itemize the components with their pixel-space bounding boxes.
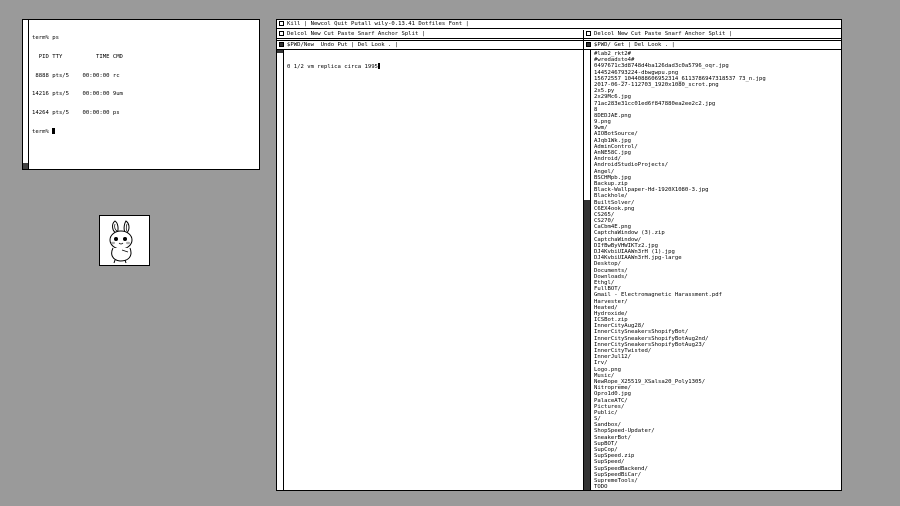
column-tag-box[interactable] — [586, 31, 591, 36]
left-text-line[interactable]: 0 1/2 vm replica circa 1995 — [287, 63, 581, 71]
main-tag-text[interactable]: Kill | Newcol Quit Putall wily-0.13.41 D… — [287, 21, 469, 27]
right-scrollbar[interactable] — [584, 50, 591, 490]
window-dirty-box[interactable] — [586, 42, 591, 47]
right-window-tag[interactable]: $PWD/ Get | Del Look . | — [584, 40, 841, 50]
left-window-body[interactable]: 0 1/2 vm replica circa 1995 — [277, 50, 583, 490]
left-column-tag[interactable]: Delcol New Cut Paste Snarf Anchor Split … — [277, 30, 583, 39]
terminal-output[interactable]: term% ps PID TTY TIME CMD 8888 pts/5 00:… — [32, 23, 123, 148]
left-column-tag-text[interactable]: Delcol New Cut Paste Snarf Anchor Split … — [287, 31, 425, 37]
right-column-tag[interactable]: Delcol New Cut Paste Snarf Anchor Split … — [584, 30, 841, 39]
main-tag[interactable]: Kill | Newcol Quit Putall wily-0.13.41 D… — [277, 20, 841, 29]
main-tag-box[interactable] — [279, 21, 284, 26]
text-cursor — [377, 63, 380, 70]
left-text-area[interactable]: 0 1/2 vm replica circa 1995 — [287, 51, 581, 490]
acme-window[interactable]: Kill | Newcol Quit Putall wily-0.13.41 D… — [276, 19, 842, 491]
bunny-mascot-icon — [109, 220, 133, 264]
right-scroll-thumb[interactable] — [584, 200, 590, 490]
right-column-tag-text[interactable]: Delcol New Cut Paste Snarf Anchor Split … — [594, 31, 732, 37]
terminal-line: 14264 pts/5 00:00:00 ps — [32, 109, 120, 116]
right-window-tag-text[interactable]: $PWD/ Get | Del Look . | — [594, 42, 675, 48]
terminal-line: 8888 pts/5 00:00:00 rc — [32, 72, 120, 79]
left-text: 0 1/2 vm replica circa 1995 — [287, 64, 378, 71]
text-cursor — [52, 128, 56, 135]
left-window-tag-text[interactable]: $PWD/New Undo Put | Del Look . | — [287, 42, 398, 48]
terminal-window[interactable]: term% ps PID TTY TIME CMD 8888 pts/5 00:… — [22, 19, 260, 170]
right-window-body[interactable]: #lab2_rkt2# #wredadsto4# 0497671c3d8748d4b… — [584, 50, 841, 490]
face-window[interactable] — [99, 215, 150, 266]
terminal-line: 14216 pts/5 00:00:00 9um — [32, 91, 123, 98]
terminal-prompt-line: term% — [32, 128, 123, 135]
right-column[interactable]: Delcol New Cut Paste Snarf Anchor Split … — [584, 30, 841, 490]
window-dirty-box[interactable] — [279, 42, 284, 47]
directory-listing[interactable]: #lab2_rkt2# #wredadsto4# 0497671c3d8748d4b… — [594, 51, 839, 490]
left-column[interactable]: Delcol New Cut Paste Snarf Anchor Split … — [277, 30, 584, 490]
column-tag-box[interactable] — [279, 31, 284, 36]
left-scrollbar[interactable] — [277, 50, 284, 490]
terminal-scroll-thumb[interactable] — [23, 163, 28, 169]
terminal-prompt: term% — [32, 129, 53, 136]
terminal-line: term% ps — [32, 35, 59, 42]
terminal-scrollbar[interactable] — [23, 20, 29, 169]
left-scroll-thumb[interactable] — [277, 50, 283, 53]
file-entry[interactable]: TODO — [594, 484, 839, 490]
terminal-line: PID TTY TIME CMD — [32, 54, 123, 61]
left-window-tag[interactable]: $PWD/New Undo Put | Del Look . | — [277, 40, 583, 50]
